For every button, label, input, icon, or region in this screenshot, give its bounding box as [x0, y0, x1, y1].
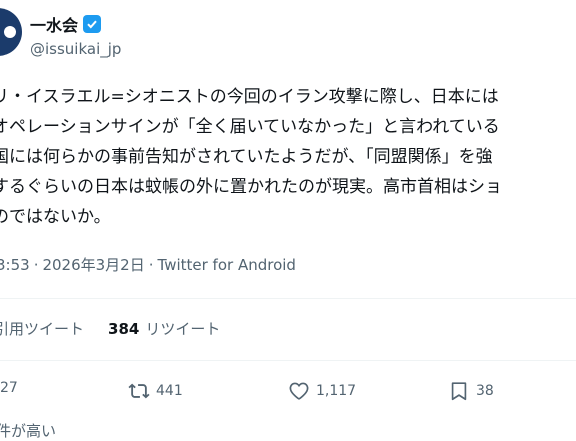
- bookmark-icon: [451, 382, 467, 401]
- retweet-count[interactable]: 384: [108, 320, 139, 338]
- tweet-text: リ・イスラエル=シオニストの今回のイラン攻撃に際し、日本には オペレーションサイ…: [0, 82, 576, 232]
- meta-separator: ·: [33, 256, 39, 274]
- tweet-text-line: するぐらいの日本は蚊帳の外に置かれたのが現実。高市首相はショ: [0, 177, 502, 197]
- tweet-source-app[interactable]: Twitter for Android: [158, 256, 296, 274]
- author-handle[interactable]: @issuikai_jp: [30, 40, 121, 58]
- tweet-meta: 3:53 · 2026年3月2日 · Twitter for Android: [0, 254, 296, 275]
- like-button[interactable]: 1,117: [288, 380, 356, 402]
- tweet-actions: 27 441 1,117 38: [0, 380, 576, 410]
- footer-text: 件が高い: [0, 422, 57, 440]
- reply-button[interactable]: 27: [0, 380, 18, 396]
- tweet-text-line: リ・イスラエル=シオニストの今回のイラン攻撃に際し、日本には: [0, 87, 499, 107]
- meta-separator: ·: [148, 256, 154, 274]
- tweet-time[interactable]: 3:53: [0, 256, 30, 274]
- like-count: 1,117: [316, 383, 357, 399]
- retweet-icon: [128, 383, 150, 399]
- bookmark-count: 38: [476, 383, 494, 399]
- tweet-text-line: のではないか。: [0, 207, 111, 227]
- author-name[interactable]: 一水会: [30, 12, 78, 36]
- quote-tweets-link[interactable]: 引用ツイート: [0, 318, 84, 339]
- reply-count: 27: [0, 380, 18, 396]
- verified-badge-icon: [83, 15, 102, 33]
- heart-icon: [289, 382, 309, 400]
- avatar[interactable]: [0, 8, 22, 56]
- divider: [0, 298, 576, 299]
- tweet-stats: 引用ツイート 384 リツイート: [0, 318, 220, 339]
- divider: [0, 360, 576, 361]
- tweet-text-line: 国には何らかの事前告知がされていたようだが、「同盟関係」を強: [0, 147, 493, 167]
- tweet-text-line: オペレーションサインが「全く届いていなかった」と言われている: [0, 117, 500, 137]
- retweets-link[interactable]: リツイート: [145, 318, 220, 339]
- retweet-action-count: 441: [156, 383, 183, 399]
- bookmark-button[interactable]: 38: [448, 380, 494, 402]
- retweet-button[interactable]: 441: [128, 380, 183, 402]
- author-name-row: 一水会: [30, 12, 102, 36]
- tweet-date[interactable]: 2026年3月2日: [42, 256, 144, 274]
